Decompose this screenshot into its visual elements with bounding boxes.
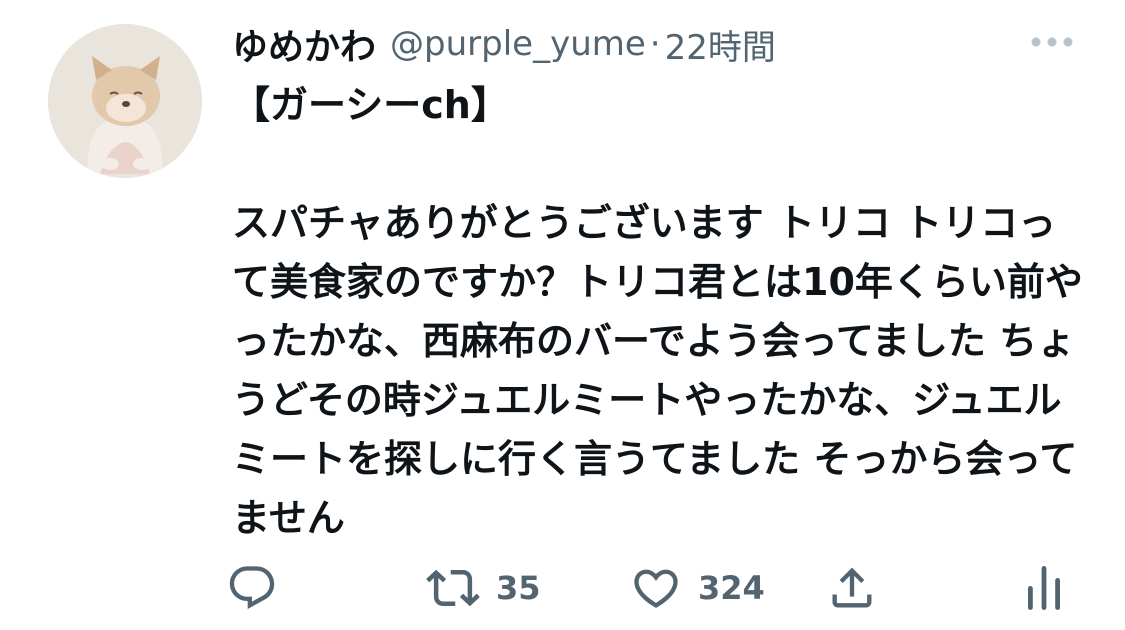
analytics-button[interactable]	[1022, 558, 1066, 618]
avatar[interactable]	[48, 24, 202, 178]
display-name[interactable]: ゆめかわ	[232, 18, 376, 70]
like-count: 324	[698, 569, 765, 607]
separator-dot: ·	[649, 24, 661, 64]
share-icon	[826, 562, 878, 614]
analytics-icon	[1022, 562, 1066, 614]
retweet-button[interactable]: 35	[426, 558, 541, 618]
share-button[interactable]	[826, 558, 878, 618]
tweet-actions: 35 324	[226, 558, 1086, 618]
tweet-text: 【ガーシーch】 スパチャありがとうございます トリコ トリコって美食家のですか…	[232, 83, 1083, 540]
tweet[interactable]: ゆめかわ @purple_yume · 22時間 【ガーシーch】 スパチャあり…	[0, 0, 1125, 630]
reply-button[interactable]	[226, 558, 278, 618]
more-options-button[interactable]	[1025, 22, 1079, 62]
more-icon	[1031, 37, 1073, 47]
tweet-header: ゆめかわ @purple_yume · 22時間	[232, 16, 1045, 72]
reply-icon	[226, 562, 278, 614]
retweet-icon	[426, 561, 480, 615]
dog-avatar-icon	[48, 24, 202, 178]
like-button[interactable]: 324	[630, 558, 765, 618]
timestamp[interactable]: 22時間	[665, 20, 776, 69]
user-handle[interactable]: @purple_yume	[390, 24, 646, 64]
retweet-count: 35	[496, 569, 541, 607]
heart-icon	[630, 562, 682, 614]
